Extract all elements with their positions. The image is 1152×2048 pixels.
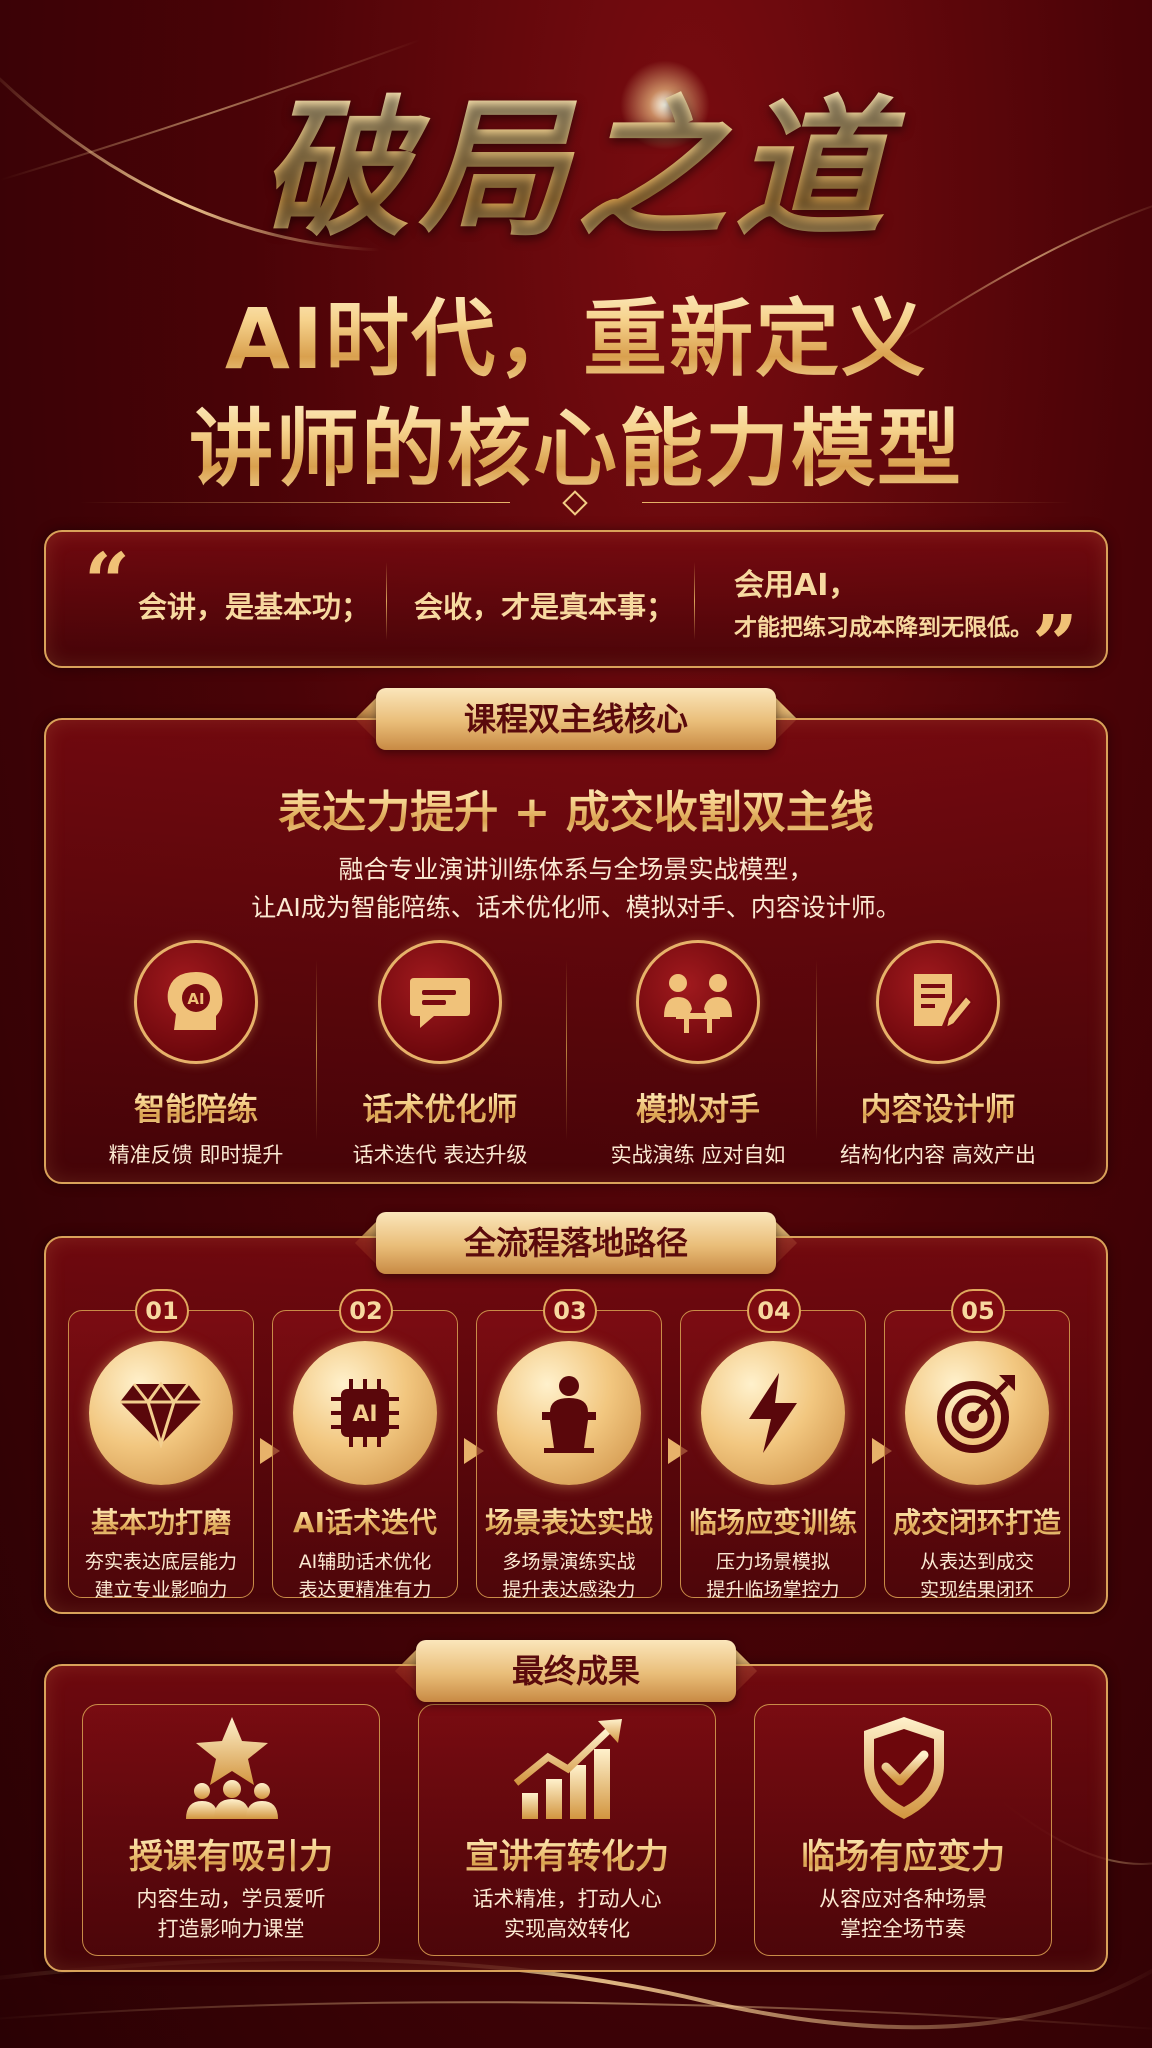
feature-title: 话术优化师 bbox=[320, 1084, 560, 1129]
core-panel: 表达力提升 + 成交收割双主线 融合专业演讲训练体系与全场景实战模型， 让AI成… bbox=[44, 718, 1108, 1184]
chat-bubble-icon bbox=[410, 978, 470, 1028]
step-title: 临场应变训练 bbox=[681, 1501, 865, 1541]
result-title: 授课有吸引力 bbox=[83, 1829, 379, 1878]
step-description-line-1: 多场景演练实战 bbox=[502, 1551, 636, 1573]
svg-text:AI: AI bbox=[352, 1402, 377, 1427]
svg-text:AI: AI bbox=[187, 990, 204, 1008]
path-section-tag: 全流程落地路径 bbox=[376, 1212, 776, 1274]
result-description-line-1: 内容生动，学员爱听 bbox=[136, 1887, 326, 1911]
quote-part-3-line-1: 会用AI， bbox=[734, 568, 859, 603]
step-card: 04 临场应变训练 压力场景模拟 提升临场掌控力 bbox=[680, 1289, 866, 1601]
feature-title: 内容设计师 bbox=[818, 1084, 1058, 1129]
result-description-line-1: 从容应对各种场景 bbox=[819, 1887, 987, 1911]
quote-part-1: 会讲，是基本功； bbox=[138, 590, 371, 624]
title-divider bbox=[80, 490, 1072, 516]
feature-separator bbox=[566, 960, 567, 1140]
step-card: 05 成交闭环打造 从表达到成交 实现结果闭环 bbox=[884, 1289, 1070, 1601]
feature-subtitle: 结构化内容 高效产出 bbox=[840, 1143, 1036, 1167]
star-audience-icon bbox=[186, 1717, 278, 1819]
step-title: 场景表达实战 bbox=[477, 1501, 661, 1541]
feature-title: 模拟对手 bbox=[578, 1084, 818, 1129]
feature-subtitle: 实战演练 应对自如 bbox=[610, 1143, 786, 1167]
growth-chart-icon bbox=[513, 1719, 622, 1819]
core-section-tag: 课程双主线核心 bbox=[376, 688, 776, 750]
ai-head-icon: AI bbox=[167, 972, 223, 1030]
target-icon bbox=[937, 1375, 1015, 1453]
quote-separator bbox=[694, 562, 695, 640]
close-quote-icon: ” bbox=[1032, 597, 1079, 691]
results-section-tag: 最终成果 bbox=[416, 1640, 736, 1702]
speaker-podium-icon bbox=[542, 1376, 596, 1453]
path-panel: 01 基本功打磨 夯实表达底层能力 建立专业影响力 02 AI AI话术迭代 A… bbox=[44, 1236, 1108, 1614]
quote-panel: “ 会讲，是基本功； 会收，才是真本事； 会用AI， 才能把练习成本降到无限低。… bbox=[44, 530, 1108, 684]
feature-separator bbox=[816, 960, 817, 1140]
ai-chip-icon: AI bbox=[331, 1379, 399, 1447]
result-description-line-2: 掌控全场节奏 bbox=[840, 1917, 966, 1941]
step-card: 02 AI AI话术迭代 AI辅助话术优化 表达更精准有力 bbox=[272, 1289, 458, 1601]
shield-check-icon bbox=[864, 1717, 944, 1819]
results-panel: 授课有吸引力 内容生动，学员爱听 打造影响力课堂 宣讲有转化力 话术精准，打动人… bbox=[44, 1664, 1108, 1972]
diamond-icon bbox=[120, 1381, 202, 1448]
step-description-line-1: 从表达到成交 bbox=[919, 1551, 1034, 1573]
result-card: 授课有吸引力 内容生动，学员爱听 打造影响力课堂 bbox=[82, 1704, 380, 1956]
core-heading: 表达力提升 + 成交收割双主线 bbox=[46, 776, 1106, 840]
feature-item: AI 智能陪练 精准反馈 即时提升 bbox=[76, 940, 316, 1169]
quote-part-3-line-2: 才能把练习成本降到无限低。 bbox=[734, 615, 1033, 641]
step-number: 03 bbox=[543, 1289, 597, 1333]
step-description-line-1: 压力场景模拟 bbox=[715, 1551, 830, 1573]
step-number: 01 bbox=[135, 1289, 189, 1333]
step-card: 03 场景表达实战 多场景演练实战 提升表达感染力 bbox=[476, 1289, 662, 1601]
quote-separator bbox=[386, 562, 387, 640]
step-number: 02 bbox=[339, 1289, 393, 1333]
feature-subtitle: 话术迭代 表达升级 bbox=[352, 1143, 528, 1167]
step-number: 04 bbox=[747, 1289, 801, 1333]
opponents-icon bbox=[664, 974, 732, 1033]
step-card: 01 基本功打磨 夯实表达底层能力 建立专业影响力 bbox=[68, 1289, 254, 1601]
result-description-line-2: 打造影响力课堂 bbox=[157, 1917, 305, 1941]
step-title: 成交闭环打造 bbox=[885, 1501, 1069, 1541]
step-description-line-2: 提升临场掌控力 bbox=[706, 1579, 840, 1601]
quote-part-2: 会收，才是真本事； bbox=[414, 590, 676, 624]
step-description-line-2: 表达更精准有力 bbox=[298, 1579, 432, 1601]
edit-document-icon bbox=[914, 974, 974, 1030]
step-description-line-1: 夯实表达底层能力 bbox=[84, 1551, 237, 1573]
feature-item: 话术优化师 话术迭代 表达升级 bbox=[320, 940, 560, 1169]
step-title: AI话术迭代 bbox=[273, 1501, 457, 1541]
result-description-line-2: 实现高效转化 bbox=[504, 1917, 630, 1941]
step-description-line-2: 建立专业影响力 bbox=[94, 1579, 228, 1601]
feature-title: 智能陪练 bbox=[76, 1084, 316, 1129]
result-title: 宣讲有转化力 bbox=[419, 1829, 715, 1878]
step-number: 05 bbox=[951, 1289, 1005, 1333]
main-title: 破局之道 bbox=[0, 48, 1152, 265]
core-description-line-2: 让AI成为智能陪练、话术优化师、模拟对手、内容设计师。 bbox=[251, 893, 901, 922]
open-quote-icon: “ bbox=[84, 535, 131, 629]
subtitle-line-2: 讲师的核心能力模型 bbox=[0, 382, 1152, 503]
subtitle-line-1: AI时代，重新定义 bbox=[0, 272, 1152, 393]
result-description-line-1: 话术精准，打动人心 bbox=[472, 1887, 662, 1911]
feature-item: 内容设计师 结构化内容 高效产出 bbox=[818, 940, 1058, 1169]
step-description-line-1: AI辅助话术优化 bbox=[298, 1551, 432, 1573]
result-card: 宣讲有转化力 话术精准，打动人心 实现高效转化 bbox=[418, 1704, 716, 1956]
core-description-line-1: 融合专业演讲训练体系与全场景实战模型， bbox=[338, 855, 814, 884]
step-title: 基本功打磨 bbox=[69, 1501, 253, 1541]
feature-separator bbox=[316, 960, 317, 1140]
result-title: 临场有应变力 bbox=[755, 1829, 1051, 1878]
step-description-line-2: 提升表达感染力 bbox=[502, 1579, 636, 1601]
feature-subtitle: 精准反馈 即时提升 bbox=[108, 1143, 284, 1167]
step-description-line-2: 实现结果闭环 bbox=[919, 1579, 1034, 1601]
feature-item: 模拟对手 实战演练 应对自如 bbox=[578, 940, 818, 1169]
result-card: 临场有应变力 从容应对各种场景 掌控全场节奏 bbox=[754, 1704, 1052, 1956]
lightning-icon bbox=[749, 1373, 797, 1453]
